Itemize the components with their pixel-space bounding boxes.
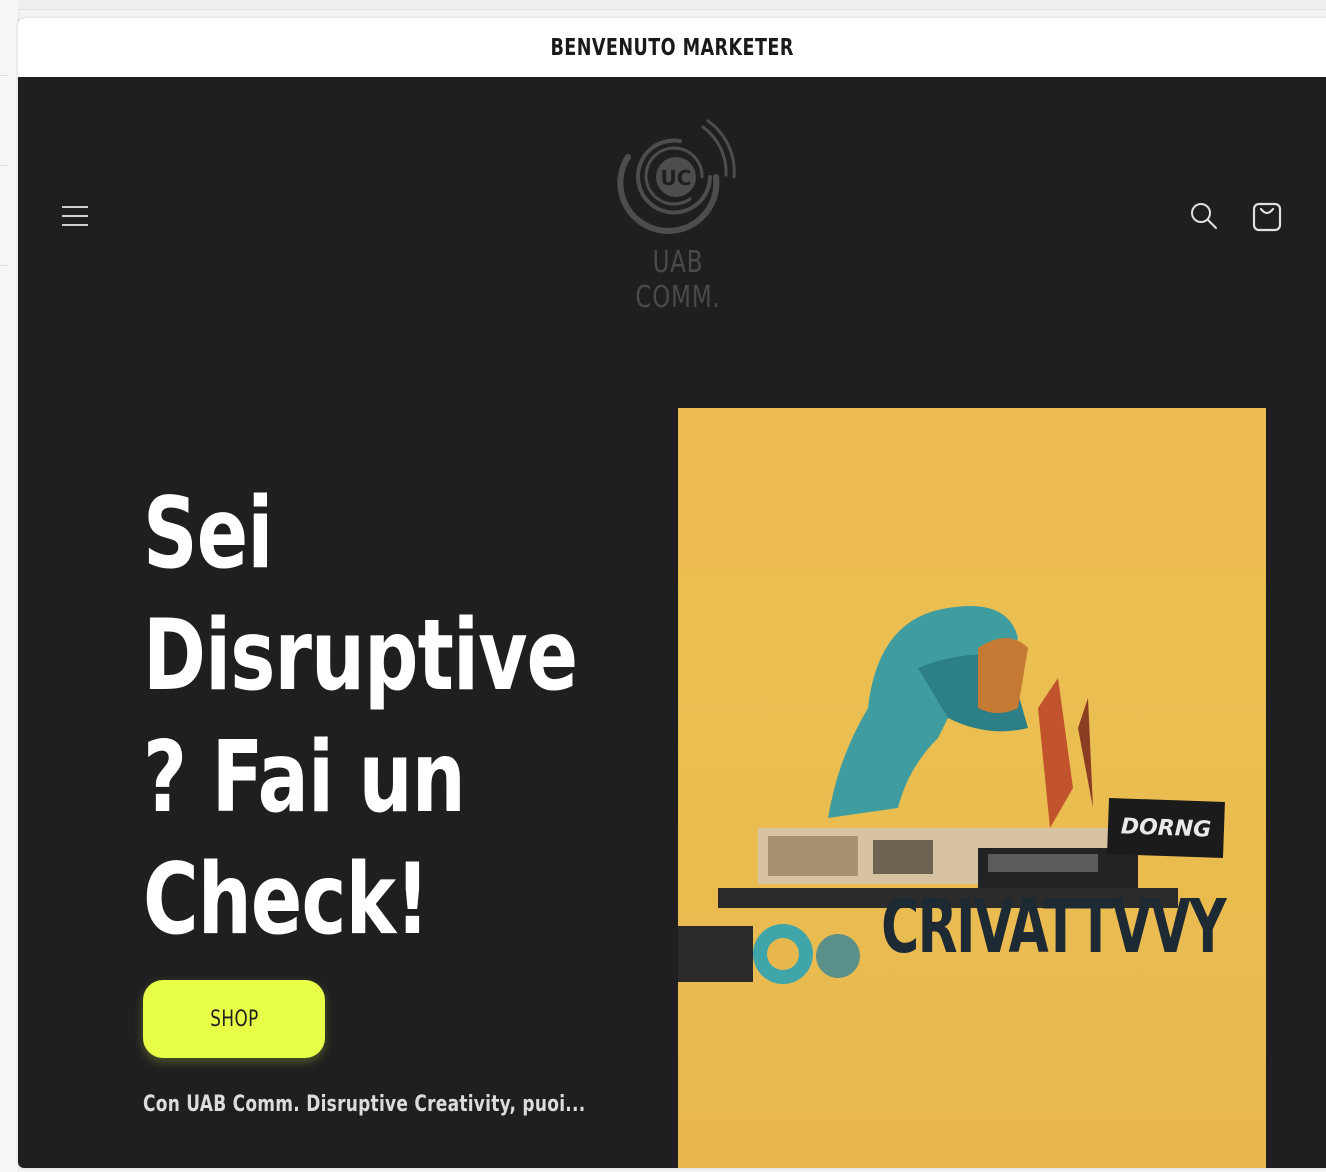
browser-side-chrome — [0, 0, 19, 1172]
logo-mark-icon: UC — [617, 119, 736, 234]
storefront-page: BENVENUTO MARKETER UC UAB COMM. Sei Disr… — [18, 18, 1326, 1168]
chrome-divider — [0, 75, 8, 76]
search-button[interactable] — [1188, 200, 1220, 232]
site-header: UC UAB COMM. — [18, 77, 1326, 347]
hero-image: DORNG CRIVATTVVY — [678, 408, 1266, 1168]
chrome-divider — [0, 165, 8, 166]
logo-monogram: UC — [661, 166, 692, 190]
announcement-bar: BENVENUTO MARKETER — [18, 18, 1326, 77]
logo-text: UAB COMM. — [635, 245, 721, 315]
hero-title: Sei Disruptive ? Fai un Check! — [143, 477, 578, 957]
cart-icon — [1252, 202, 1282, 232]
art-sign: DORNG — [1107, 797, 1225, 859]
site-logo[interactable]: UC UAB COMM. — [598, 117, 758, 315]
cart-button[interactable] — [1250, 197, 1284, 233]
search-icon — [1191, 203, 1217, 229]
hero-artwork — [678, 408, 1266, 984]
announcement-text: BENVENUTO MARKETER — [550, 34, 794, 61]
art-caption: CRIVATTVVY — [881, 884, 1227, 970]
hero-description: Con UAB Comm. Disruptive Creativity, puo… — [143, 1092, 586, 1117]
menu-button[interactable] — [60, 201, 90, 231]
browser-top-chrome — [18, 0, 1326, 10]
shop-button-label: SHOP — [209, 1006, 259, 1032]
chrome-divider — [0, 265, 8, 266]
shop-button[interactable]: SHOP — [143, 980, 325, 1058]
